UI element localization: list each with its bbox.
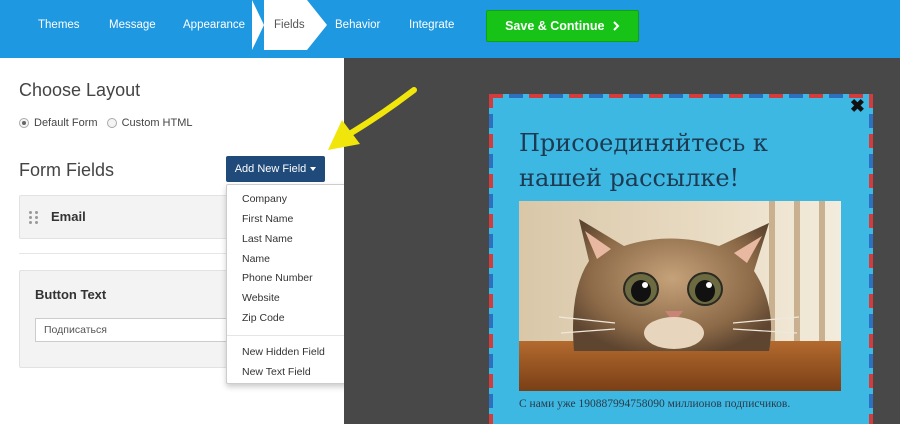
menu-item-first-name[interactable]: First Name — [242, 213, 293, 225]
button-text-card: Button Text Подписаться — [19, 270, 259, 368]
tab-fields[interactable]: Fields — [252, 0, 327, 50]
field-row-email[interactable]: Email — [19, 195, 259, 239]
tab-integrate[interactable]: Integrate — [409, 0, 454, 50]
radio-default-form-label[interactable]: Default Form — [34, 117, 98, 129]
tab-appearance[interactable]: Appearance — [183, 0, 245, 50]
menu-item-phone-number[interactable]: Phone Number — [242, 272, 313, 284]
radio-custom-html[interactable] — [106, 118, 117, 128]
radio-custom-html-label[interactable]: Custom HTML — [122, 117, 193, 129]
tab-themes[interactable]: Themes — [38, 0, 80, 50]
save-continue-button[interactable]: Save & Continue — [486, 10, 639, 42]
button-text-input[interactable]: Подписаться — [35, 318, 257, 342]
menu-item-name[interactable]: Name — [242, 253, 270, 265]
arrow-annotation-icon — [328, 87, 417, 150]
popup-title: Присоединяйтесь к нашей рассылке! — [519, 129, 768, 192]
drag-handle-icon[interactable] — [29, 211, 39, 225]
airmail-border — [869, 94, 873, 424]
airmail-border — [489, 94, 873, 98]
close-icon[interactable]: ✖ — [850, 96, 865, 117]
tab-behavior[interactable]: Behavior — [335, 0, 380, 50]
menu-item-zip-code[interactable]: Zip Code — [242, 312, 285, 324]
menu-item-last-name[interactable]: Last Name — [242, 233, 293, 245]
menu-divider — [227, 335, 347, 336]
radio-default-form[interactable] — [19, 118, 29, 128]
add-field-dropdown: Company First Name Last Name Name Phone … — [226, 184, 348, 384]
save-continue-label: Save & Continue — [505, 19, 605, 33]
menu-item-website[interactable]: Website — [242, 292, 280, 304]
chevron-right-icon — [612, 12, 620, 42]
add-new-field-button[interactable]: Add New Field — [226, 156, 325, 182]
button-text-heading: Button Text — [35, 287, 107, 302]
form-fields-heading: Form Fields — [19, 160, 115, 180]
airmail-border — [489, 94, 493, 424]
caret-down-icon — [310, 167, 317, 172]
menu-item-new-text-field[interactable]: New Text Field — [242, 366, 311, 378]
menu-item-new-hidden-field[interactable]: New Hidden Field — [242, 346, 325, 358]
menu-item-company[interactable]: Company — [242, 193, 287, 205]
top-nav: Themes Message Appearance Fields Behavio… — [0, 0, 900, 58]
choose-layout-heading: Choose Layout — [19, 80, 141, 100]
popup-footer-text: С нами уже 190887994758090 миллионов под… — [519, 398, 791, 410]
preview-canvas: ✖ Присоединяйтесь к нашей рассылке! С на… — [344, 58, 900, 424]
cat-photo — [519, 201, 841, 391]
field-name: Email — [51, 209, 86, 224]
layout-options: Default Form Custom HTML — [19, 117, 201, 129]
divider — [19, 253, 259, 254]
tab-message[interactable]: Message — [109, 0, 156, 50]
add-new-field-label: Add New Field — [234, 163, 307, 175]
popup-preview: ✖ Присоединяйтесь к нашей рассылке! С на… — [489, 94, 873, 424]
